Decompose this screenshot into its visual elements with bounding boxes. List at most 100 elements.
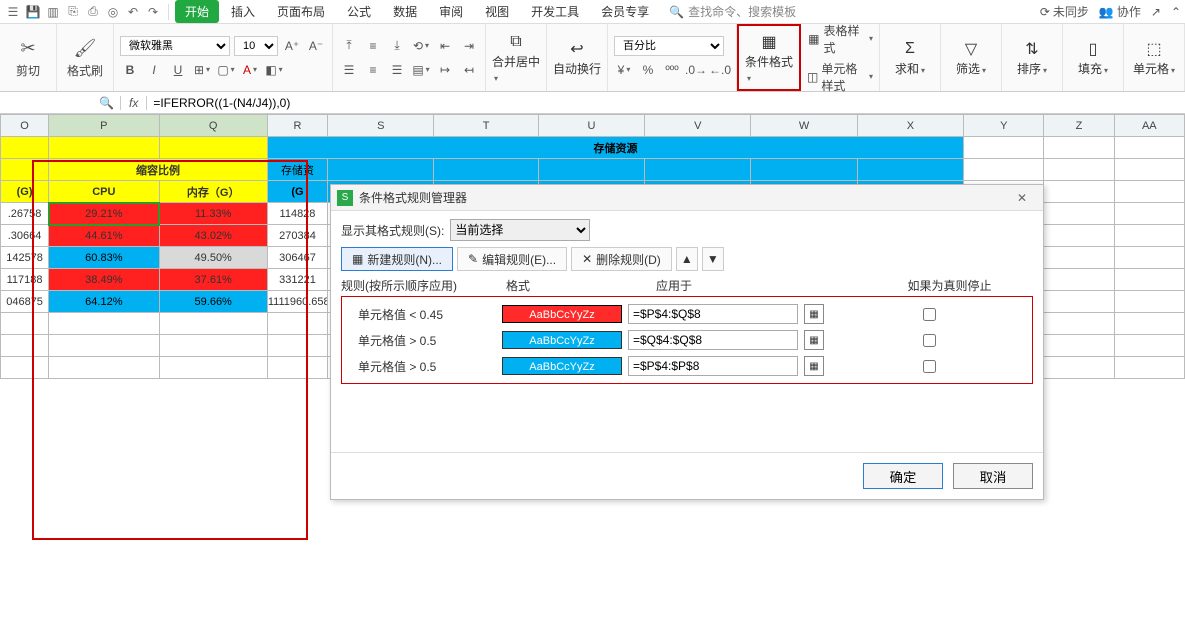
cell[interactable]: 142578	[1, 247, 49, 269]
col-header[interactable]: W	[751, 115, 857, 137]
tab-dev[interactable]: 开发工具	[521, 0, 589, 23]
col-header[interactable]: T	[434, 115, 538, 137]
col-header[interactable]: S	[328, 115, 434, 137]
indent-right-icon[interactable]: ⇥	[459, 36, 479, 56]
table-style-button[interactable]: ▦表格样式	[807, 22, 873, 56]
cell[interactable]	[1044, 203, 1114, 225]
rule-apply-input[interactable]	[628, 304, 798, 324]
show-format-select[interactable]: 当前选择	[450, 219, 590, 241]
cell[interactable]	[1044, 247, 1114, 269]
align-right-icon[interactable]: ☰	[387, 60, 407, 80]
fill-color-icon[interactable]: ▢	[216, 60, 236, 80]
new-doc-icon[interactable]: ▥	[44, 3, 62, 21]
number-format-select[interactable]: 百分比	[614, 36, 724, 56]
col-header[interactable]: R	[267, 115, 327, 137]
tab-insert[interactable]: 插入	[221, 0, 265, 23]
conditional-format-button[interactable]: ▦条件格式	[745, 31, 793, 84]
wrap-text-button[interactable]: ↩自动换行	[553, 38, 601, 77]
col-header[interactable]: U	[538, 115, 644, 137]
dialog-titlebar[interactable]: S 条件格式规则管理器 ✕	[331, 185, 1043, 211]
cut-button[interactable]: ✂剪切	[6, 36, 50, 79]
col-header[interactable]: AA	[1114, 115, 1184, 137]
cell-style-button[interactable]: ◫单元格样式	[807, 60, 873, 94]
border-icon[interactable]: ⊞	[192, 60, 212, 80]
col-header[interactable]: P	[49, 115, 159, 137]
cell[interactable]	[1114, 269, 1184, 291]
cell[interactable]: 60.83%	[49, 247, 159, 269]
cell[interactable]: 49.50%	[159, 247, 267, 269]
print-icon[interactable]: ⎙	[84, 3, 102, 21]
stop-if-true-checkbox[interactable]	[923, 308, 936, 321]
indent-left-icon[interactable]: ⇤	[435, 36, 455, 56]
sort-button[interactable]: ⇅排序	[1008, 38, 1056, 77]
undo-icon[interactable]: ↶	[124, 3, 142, 21]
rule-row[interactable]: 单元格值 < 0.45AaBbCcYyZz▦	[346, 301, 1028, 327]
cell[interactable]: .30664	[1, 225, 49, 247]
cell[interactable]	[1114, 225, 1184, 247]
dialog-close-button[interactable]: ✕	[1007, 191, 1037, 205]
col-header[interactable]: O	[1, 115, 49, 137]
coop-button[interactable]: 👥 协作	[1099, 3, 1141, 20]
ok-button[interactable]: 确定	[863, 463, 943, 489]
align-top-icon[interactable]: ⤒	[339, 36, 359, 56]
cell[interactable]: 59.66%	[159, 291, 267, 313]
save-icon[interactable]: 💾	[24, 3, 42, 21]
currency-icon[interactable]: ¥	[614, 60, 634, 80]
align-bottom-icon[interactable]: ⤓	[387, 36, 407, 56]
range-picker-icon[interactable]: ▦	[804, 356, 824, 376]
fx-label[interactable]: fx	[120, 96, 147, 110]
tab-start[interactable]: 开始	[175, 0, 219, 23]
rule-row[interactable]: 单元格值 > 0.5AaBbCcYyZz▦	[346, 353, 1028, 379]
tab-pagelayout[interactable]: 页面布局	[267, 0, 335, 23]
cancel-button[interactable]: 取消	[953, 463, 1033, 489]
sync-status[interactable]: ⟳ 未同步	[1040, 3, 1089, 20]
rule-row[interactable]: 单元格值 > 0.5AaBbCcYyZz▦	[346, 327, 1028, 353]
cell[interactable]: 38.49%	[49, 269, 159, 291]
tab-view[interactable]: 视图	[475, 0, 519, 23]
filter-button[interactable]: ▽筛选	[947, 38, 995, 77]
rule-apply-input[interactable]	[628, 330, 798, 350]
col-header[interactable]: Z	[1044, 115, 1114, 137]
formula-input[interactable]	[147, 92, 1185, 113]
range-picker-icon[interactable]: ▦	[804, 304, 824, 324]
cell-button[interactable]: ⬚单元格	[1130, 38, 1178, 77]
tab-review[interactable]: 审阅	[429, 0, 473, 23]
cell[interactable]	[1114, 291, 1184, 313]
inc-decimal-icon[interactable]: .0→	[686, 60, 706, 80]
cell[interactable]: 270384	[267, 225, 327, 247]
share-button[interactable]: ↗	[1151, 5, 1161, 19]
ltr-icon[interactable]: ↦	[435, 60, 455, 80]
cell[interactable]	[1044, 269, 1114, 291]
cell[interactable]: 29.21%	[49, 203, 159, 225]
edit-rule-button[interactable]: ✎编辑规则(E)...	[457, 247, 567, 271]
cell[interactable]	[1044, 291, 1114, 313]
cell[interactable]: 37.61%	[159, 269, 267, 291]
format-painter-button[interactable]: 🖌格式刷	[63, 36, 107, 79]
cell[interactable]	[1044, 225, 1114, 247]
align-center-icon[interactable]: ≡	[363, 60, 383, 80]
bold-icon[interactable]: B	[120, 60, 140, 80]
merge-center-button[interactable]: ⧉合并居中	[492, 31, 540, 84]
cell[interactable]: .26758	[1, 203, 49, 225]
fill-button[interactable]: ▯填充	[1069, 38, 1117, 77]
cell[interactable]: 114828	[267, 203, 327, 225]
cell[interactable]: 331221	[267, 269, 327, 291]
highlight-icon[interactable]: ◧	[264, 60, 284, 80]
cell[interactable]: 117188	[1, 269, 49, 291]
tab-data[interactable]: 数据	[383, 0, 427, 23]
align-left-icon[interactable]: ☰	[339, 60, 359, 80]
move-rule-up-button[interactable]: ▲	[676, 247, 698, 271]
more-icon[interactable]: ⌃	[1171, 5, 1181, 19]
cell[interactable]	[1114, 247, 1184, 269]
col-header[interactable]: Q	[159, 115, 267, 137]
cell[interactable]: 11.33%	[159, 203, 267, 225]
distribute-icon[interactable]: ▤	[411, 60, 431, 80]
comma-icon[interactable]: ººº	[662, 60, 682, 80]
increase-font-icon[interactable]: A⁺	[282, 36, 302, 56]
percent-icon[interactable]: %	[638, 60, 658, 80]
underline-icon[interactable]: U	[168, 60, 188, 80]
font-name-select[interactable]: 微软雅黑	[120, 36, 230, 56]
command-search[interactable]: 🔍 查找命令、搜索模板	[669, 3, 796, 20]
cell[interactable]: 43.02%	[159, 225, 267, 247]
rule-apply-input[interactable]	[628, 356, 798, 376]
